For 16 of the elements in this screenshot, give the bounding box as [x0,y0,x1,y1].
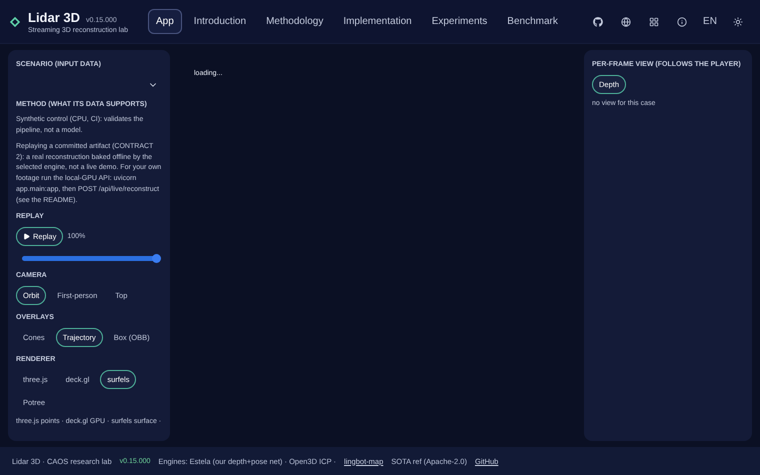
nav-tab[interactable]: Methodology [258,9,332,34]
sun-icon [733,16,743,26]
nav-tab[interactable]: Implementation [335,9,420,34]
language-button[interactable]: EN [698,10,722,34]
info-icon [677,16,687,26]
nav-tab[interactable]: App [148,9,182,34]
play-icon [23,232,30,240]
nav-tab[interactable]: Introduction [186,9,254,34]
globe-icon [621,16,631,26]
app-title: Lidar 3D [28,10,80,24]
diamond-logo-icon [10,16,20,26]
grid-icon [649,16,659,26]
nav-tab[interactable]: Benchmark [499,9,566,34]
github-icon [593,16,603,26]
nav-tab[interactable]: Experiments [424,9,496,34]
slider-thumb[interactable] [152,254,160,263]
